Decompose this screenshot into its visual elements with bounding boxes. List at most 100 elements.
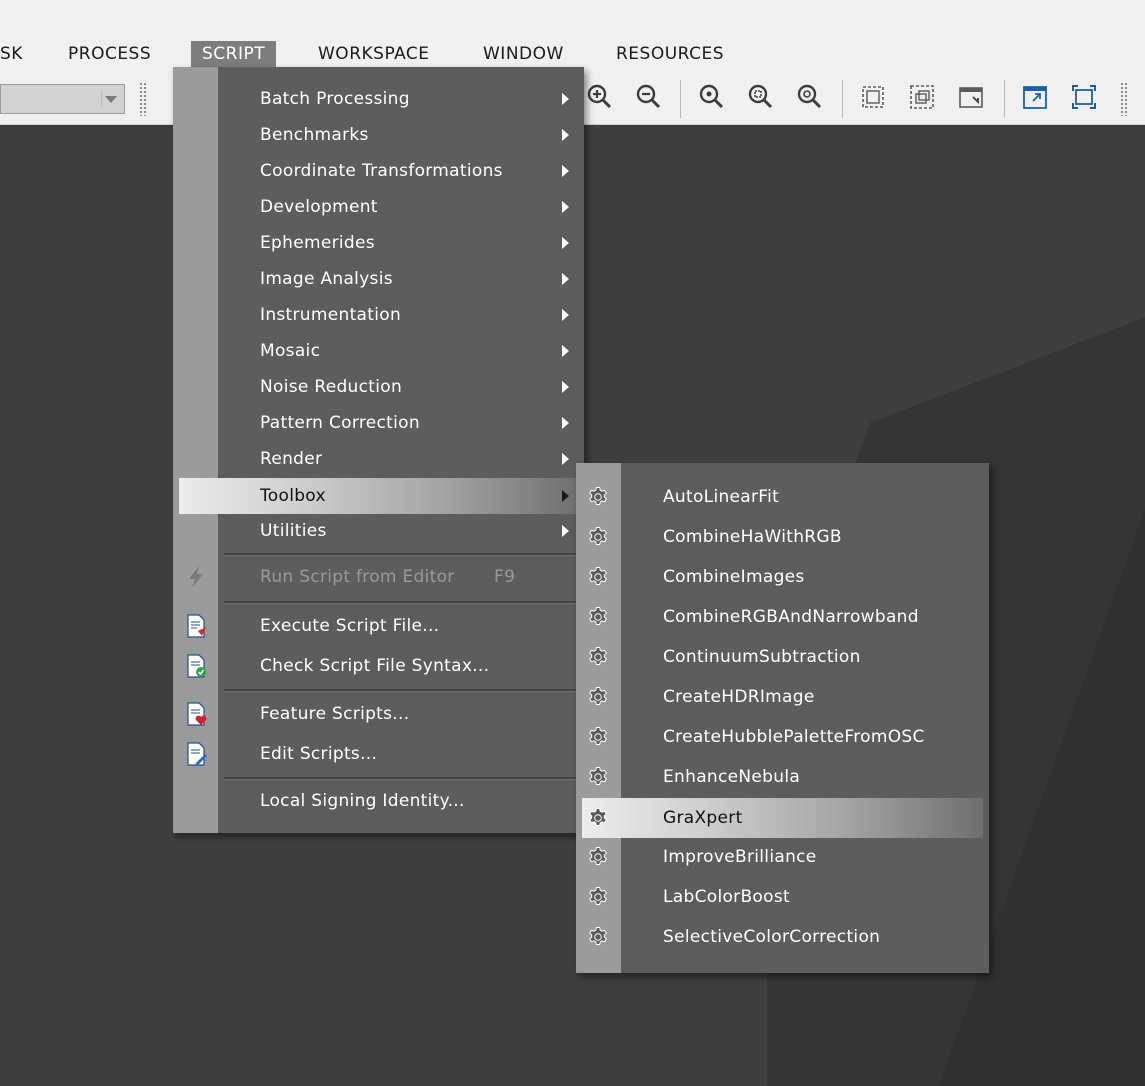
- submenu-item-autolinearfit[interactable]: AutoLinearFit: [576, 477, 989, 517]
- menu-item-ephemerides[interactable]: Ephemerides: [173, 225, 584, 261]
- menu-process[interactable]: PROCESS: [57, 41, 162, 67]
- submenu-arrow-icon: [562, 417, 569, 429]
- menu-separator: [224, 553, 576, 556]
- menu-item-pattern-correction[interactable]: Pattern Correction: [173, 405, 584, 441]
- submenu-item-label: ContinuumSubtraction: [663, 647, 861, 667]
- view-selector-combo[interactable]: [0, 84, 125, 114]
- chevron-down-icon[interactable]: [101, 91, 120, 107]
- gear-icon: [586, 645, 610, 669]
- menu-item-label: Ephemerides: [260, 233, 375, 253]
- zoom-in-icon[interactable]: [584, 82, 614, 112]
- submenu-item-improvebrilliance[interactable]: ImproveBrilliance: [576, 837, 989, 877]
- menu-item-instrumentation[interactable]: Instrumentation: [173, 297, 584, 333]
- menu-item-batch-processing[interactable]: Batch Processing: [173, 81, 584, 117]
- menu-item-label: Feature Scripts...: [260, 704, 410, 724]
- menu-bar: SK PROCESS SCRIPT WORKSPACE WINDOW RESOU…: [0, 36, 1145, 70]
- menu-workspace[interactable]: WORKSPACE: [307, 41, 441, 67]
- menu-item-label: Noise Reduction: [260, 377, 403, 397]
- submenu-arrow-icon: [562, 381, 569, 393]
- menu-item-label: Pattern Correction: [260, 413, 420, 433]
- toolbar-separator: [1004, 80, 1005, 118]
- submenu-item-createhdrimage[interactable]: CreateHDRImage: [576, 677, 989, 717]
- submenu-item-label: CombineHaWithRGB: [663, 527, 842, 547]
- select-region-all-icon[interactable]: [907, 82, 937, 112]
- submenu-arrow-icon: [562, 490, 569, 502]
- submenu-item-combinergbandnarrowband[interactable]: CombineRGBAndNarrowband: [576, 597, 989, 637]
- menu-item-label: Edit Scripts...: [260, 744, 378, 764]
- submenu-arrow-icon: [562, 201, 569, 213]
- submenu-item-labcolorboost[interactable]: LabColorBoost: [576, 877, 989, 917]
- gear-icon: [586, 485, 610, 509]
- submenu-item-label: CombineImages: [663, 567, 805, 587]
- submenu-item-label: SelectiveColorCorrection: [663, 927, 881, 947]
- script-favorite-icon: [186, 702, 208, 726]
- gear-icon: [586, 806, 610, 830]
- menu-item-toolbox[interactable]: Toolbox: [179, 478, 579, 514]
- toolbar-grip-handle[interactable]: [139, 82, 147, 116]
- gear-icon: [586, 525, 610, 549]
- toolbar-grip-handle[interactable]: [1120, 82, 1128, 116]
- gear-icon: [586, 605, 610, 629]
- submenu-item-createhubblepalettefromosc[interactable]: CreateHubblePaletteFromOSC: [576, 717, 989, 757]
- gear-icon: [586, 685, 610, 709]
- submenu-arrow-icon: [562, 525, 569, 537]
- zoom-to-fit-icon[interactable]: [794, 82, 824, 112]
- menu-script[interactable]: SCRIPT: [191, 41, 277, 67]
- submenu-item-combineimages[interactable]: CombineImages: [576, 557, 989, 597]
- menu-item-mosaic[interactable]: Mosaic: [173, 333, 584, 369]
- submenu-item-selectivecolorcorrection[interactable]: SelectiveColorCorrection: [576, 917, 989, 957]
- menu-item-label: Check Script File Syntax...: [260, 656, 490, 676]
- submenu-item-continuumsubtraction[interactable]: ContinuumSubtraction: [576, 637, 989, 677]
- menu-window[interactable]: WINDOW: [472, 41, 575, 67]
- menu-item-edit-scripts[interactable]: Edit Scripts...: [173, 735, 584, 773]
- gear-icon: [586, 565, 610, 589]
- menu-separator: [224, 689, 576, 692]
- zoom-out-icon[interactable]: [633, 82, 663, 112]
- menu-item-development[interactable]: Development: [173, 189, 584, 225]
- menu-separator: [224, 777, 576, 780]
- select-region-icon[interactable]: [858, 82, 888, 112]
- menu-item-label: Execute Script File...: [260, 616, 440, 636]
- menu-task[interactable]: SK: [0, 41, 34, 67]
- submenu-item-label: ImproveBrilliance: [663, 847, 817, 867]
- gear-icon: [586, 725, 610, 749]
- fit-view-icon[interactable]: [745, 82, 775, 112]
- submenu-item-label: LabColorBoost: [663, 887, 790, 907]
- script-menu: Batch Processing Benchmarks Coordinate T…: [173, 67, 584, 833]
- menu-item-render[interactable]: Render: [173, 441, 584, 477]
- submenu-arrow-icon: [562, 345, 569, 357]
- menu-item-benchmarks[interactable]: Benchmarks: [173, 117, 584, 153]
- menu-item-coordinate-transformations[interactable]: Coordinate Transformations: [173, 153, 584, 189]
- toolbar-separator: [680, 80, 681, 118]
- menu-item-local-signing-identity[interactable]: Local Signing Identity...: [173, 783, 584, 819]
- menu-item-label: Benchmarks: [260, 125, 369, 145]
- script-check-icon: [186, 654, 208, 678]
- window-maximize-icon[interactable]: [1020, 82, 1050, 112]
- submenu-item-enhancenebula[interactable]: EnhanceNebula: [576, 757, 989, 797]
- menu-item-execute-script-file[interactable]: Execute Script File...: [173, 607, 584, 645]
- gear-icon: [586, 885, 610, 909]
- menu-item-noise-reduction[interactable]: Noise Reduction: [173, 369, 584, 405]
- submenu-item-graxpert[interactable]: GraXpert: [582, 798, 983, 838]
- title-bar: [0, 0, 1145, 36]
- submenu-item-combinehawithrgb[interactable]: CombineHaWithRGB: [576, 517, 989, 557]
- menu-item-check-script-file-syntax[interactable]: Check Script File Syntax...: [173, 647, 584, 685]
- menu-item-run-script-from-editor[interactable]: Run Script from Editor F9: [173, 559, 584, 595]
- fullscreen-icon[interactable]: [1069, 82, 1099, 112]
- submenu-item-label: AutoLinearFit: [663, 487, 780, 507]
- menu-item-image-analysis[interactable]: Image Analysis: [173, 261, 584, 297]
- menu-separator: [224, 601, 576, 604]
- window-shrink-icon[interactable]: [956, 82, 986, 112]
- submenu-arrow-icon: [562, 309, 569, 321]
- menu-item-utilities[interactable]: Utilities: [173, 513, 584, 549]
- zoom-1-1-icon[interactable]: [696, 82, 726, 112]
- script-edit-icon: [186, 742, 208, 766]
- submenu-item-label: CreateHDRImage: [663, 687, 815, 707]
- submenu-item-label: CombineRGBAndNarrowband: [663, 607, 919, 627]
- menu-resources[interactable]: RESOURCES: [605, 41, 735, 67]
- menu-item-label: Render: [260, 449, 323, 469]
- submenu-arrow-icon: [562, 129, 569, 141]
- submenu-arrow-icon: [562, 453, 569, 465]
- menu-item-label: Local Signing Identity...: [260, 791, 465, 811]
- menu-item-feature-scripts[interactable]: Feature Scripts...: [173, 695, 584, 733]
